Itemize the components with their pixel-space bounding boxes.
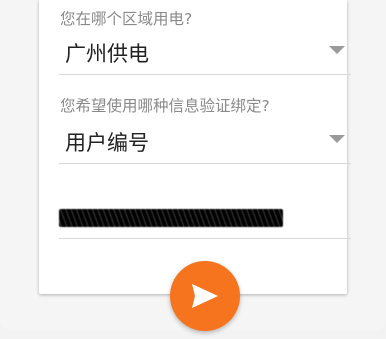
verification-method-label: 您希望使用哪种信息验证绑定?	[60, 97, 270, 115]
dropdown-arrow-icon	[329, 135, 345, 143]
verification-method-select[interactable]: 用户编号	[59, 123, 351, 164]
submit-button[interactable]	[170, 261, 240, 331]
dropdown-arrow-icon	[329, 46, 345, 54]
redacted-input-value	[59, 209, 283, 227]
binding-form-card: 您在哪个区域用电? 广州供电 您希望使用哪种信息验证绑定? 用户编号	[39, 0, 351, 294]
account-number-input[interactable]	[59, 200, 351, 239]
region-question-label: 您在哪个区域用电?	[60, 10, 193, 28]
screen: 您在哪个区域用电? 广州供电 您希望使用哪种信息验证绑定? 用户编号	[0, 0, 386, 339]
send-icon	[192, 284, 218, 308]
region-selected-value: 广州供电	[65, 42, 149, 66]
verification-method-selected-value: 用户编号	[65, 131, 149, 155]
region-select[interactable]: 广州供电	[59, 34, 351, 75]
